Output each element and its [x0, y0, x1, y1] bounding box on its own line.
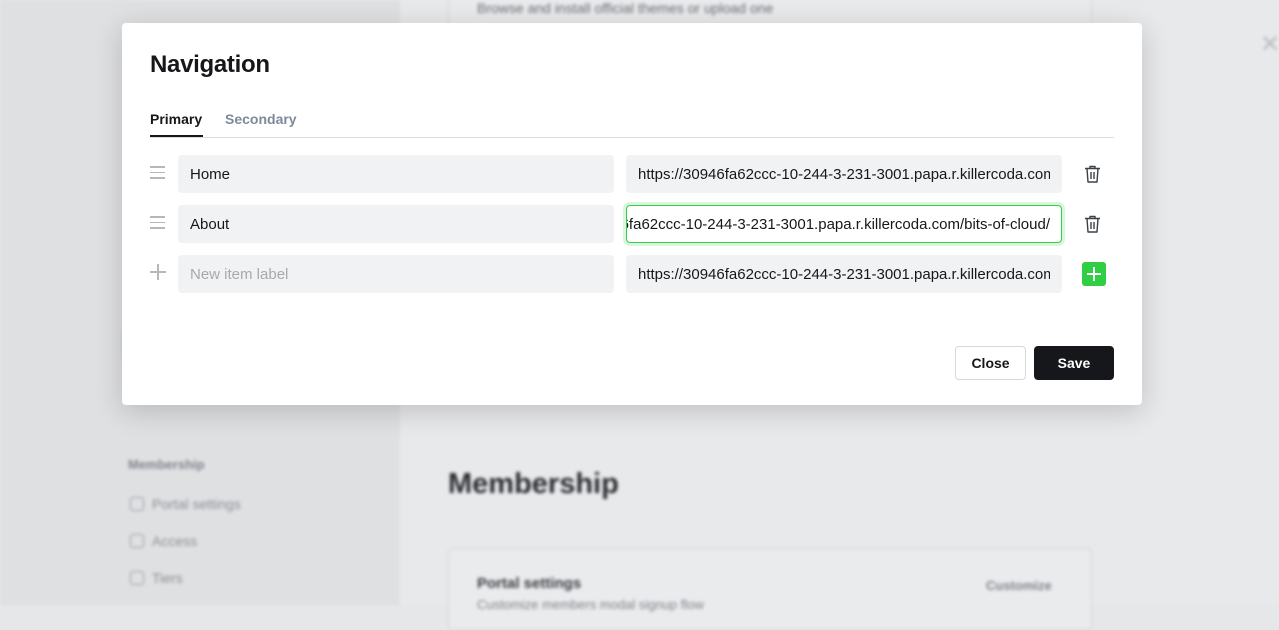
tab-primary[interactable]: Primary	[150, 111, 204, 137]
themes-description: Browse and install official themes or up…	[477, 0, 774, 16]
sidebar-item-access[interactable]: Access	[130, 533, 197, 549]
sidebar-item-tiers[interactable]: Tiers	[130, 570, 183, 586]
nav-item-label-input[interactable]	[178, 155, 614, 193]
tab-bar: Primary Secondary	[150, 111, 1114, 138]
save-button[interactable]: Save	[1034, 346, 1114, 380]
close-button[interactable]: Close	[955, 346, 1026, 380]
plus-icon	[150, 264, 166, 280]
new-item-url-input[interactable]	[626, 255, 1062, 293]
new-item-label-input[interactable]	[178, 255, 614, 293]
nav-item-url-input[interactable]	[626, 155, 1062, 193]
new-nav-item-row	[150, 255, 1114, 293]
trash-icon[interactable]	[1084, 215, 1101, 233]
trash-icon[interactable]	[1084, 165, 1101, 183]
customize-button[interactable]: Customize	[986, 578, 1052, 593]
gear-icon	[130, 497, 144, 511]
page-heading: Membership	[448, 468, 619, 500]
tiers-icon	[130, 571, 144, 585]
close-icon[interactable]: ✕	[1260, 30, 1279, 59]
sidebar-section-title: Membership	[128, 457, 205, 472]
card-title: Portal settings	[477, 575, 582, 592]
modal-title: Navigation	[150, 51, 270, 78]
drag-handle-icon[interactable]	[150, 216, 165, 230]
nav-item-row: https://30946fa62ccc-10-244-3-231-3001.p…	[150, 205, 1114, 243]
nav-item-label-input[interactable]	[178, 205, 614, 243]
sidebar-item-portal-settings[interactable]: Portal settings	[130, 496, 241, 512]
tab-secondary[interactable]: Secondary	[225, 111, 297, 136]
key-icon	[130, 534, 144, 548]
nav-item-url-input[interactable]: https://30946fa62ccc-10-244-3-231-3001.p…	[626, 205, 1062, 243]
drag-handle-icon[interactable]	[150, 166, 165, 180]
add-item-button[interactable]	[1082, 262, 1106, 286]
navigation-modal: Navigation Primary Secondary https://309…	[122, 23, 1142, 405]
nav-item-row	[150, 155, 1114, 193]
